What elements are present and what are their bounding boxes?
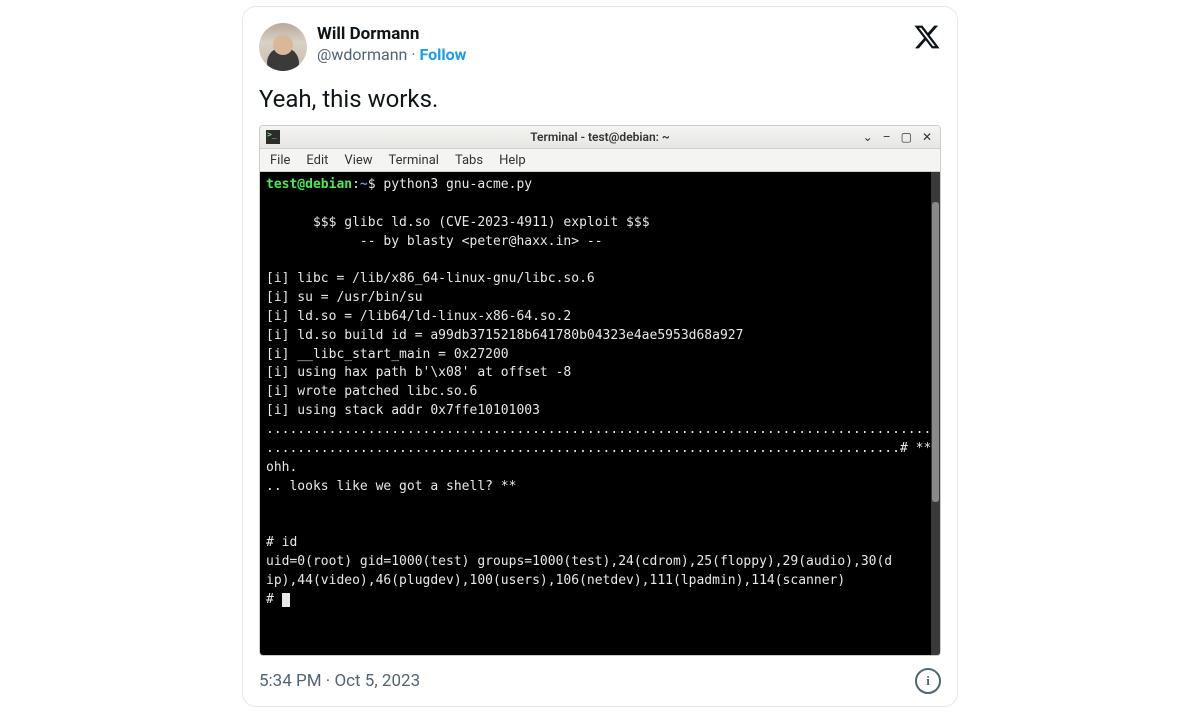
terminal-window: Terminal - test@debian: ~ ⌄ – ▢ ✕ File E… <box>259 125 941 656</box>
info-line: [i] __libc_start_main = 0x27200 <box>266 347 509 362</box>
id-command: # id <box>266 535 297 550</box>
command: python3 gnu-acme.py <box>383 177 532 192</box>
info-icon[interactable]: i <box>915 668 941 694</box>
menu-file[interactable]: File <box>270 153 290 168</box>
tweet-footer: 5:34 PM · Oct 5, 2023 i <box>259 668 941 694</box>
banner-line-2: -- by blasty <peter@haxx.in> -- <box>266 234 603 249</box>
handle-row: @wdormann · Follow <box>317 45 903 66</box>
scrollbar[interactable] <box>931 172 940 655</box>
tweet-text: Yeah, this works. <box>259 85 941 113</box>
window-buttons: ⌄ – ▢ ✕ <box>863 130 940 144</box>
banner-line-1: $$$ glibc ld.so (CVE-2023-4911) exploit … <box>266 215 650 230</box>
prompt-host: test@debian <box>266 177 352 192</box>
tweet-card: Will Dormann @wdormann · Follow Yeah, th… <box>242 6 958 707</box>
avatar[interactable] <box>259 23 307 71</box>
timestamp[interactable]: 5:34 PM · Oct 5, 2023 <box>259 671 420 691</box>
handle[interactable]: @wdormann <box>317 45 407 64</box>
terminal-titlebar: Terminal - test@debian: ~ ⌄ – ▢ ✕ <box>260 126 940 149</box>
id-output: ip),44(video),46(plugdev),100(users),106… <box>266 573 845 588</box>
info-line: [i] ld.so = /lib64/ld-linux-x86-64.so.2 <box>266 309 571 324</box>
info-line: [i] using stack addr 0x7ffe10101003 <box>266 403 540 418</box>
x-logo-icon[interactable] <box>913 23 941 51</box>
author-names: Will Dormann @wdormann · Follow <box>317 23 903 66</box>
info-line: [i] ld.so build id = a99db3715218b641780… <box>266 328 743 343</box>
menu-terminal[interactable]: Terminal <box>389 153 439 168</box>
follow-link[interactable]: Follow <box>420 45 467 64</box>
root-prompt: # <box>266 592 282 607</box>
menu-tabs[interactable]: Tabs <box>455 153 483 168</box>
maximize-icon[interactable]: ▢ <box>901 130 912 144</box>
info-line: [i] su = /usr/bin/su <box>266 290 423 305</box>
close-icon[interactable]: ✕ <box>922 130 932 144</box>
minimize-icon[interactable]: – <box>883 130 891 144</box>
prompt-path: ~ <box>360 177 368 192</box>
menu-down-icon[interactable]: ⌄ <box>863 130 873 144</box>
dots-line: ........................................… <box>266 422 941 437</box>
id-output: uid=0(root) gid=1000(test) groups=1000(t… <box>266 554 892 569</box>
separator: · <box>411 45 419 64</box>
info-line: [i] using hax path b'\x08' at offset -8 <box>266 365 571 380</box>
shell-msg: .. looks like we got a shell? ** <box>266 479 516 494</box>
info-line: [i] wrote patched libc.so.6 <box>266 384 477 399</box>
terminal-menubar: File Edit View Terminal Tabs Help <box>260 149 940 172</box>
info-line: [i] libc = /lib/x86_64-linux-gnu/libc.so… <box>266 271 595 286</box>
menu-edit[interactable]: Edit <box>306 153 328 168</box>
cursor-icon <box>282 593 290 607</box>
dots-line: ........................................… <box>266 441 939 475</box>
tweet-header: Will Dormann @wdormann · Follow <box>259 23 941 71</box>
terminal-body[interactable]: test@debian:~$ python3 gnu-acme.py $$$ g… <box>260 172 940 655</box>
menu-help[interactable]: Help <box>499 153 526 168</box>
terminal-app-icon <box>266 130 280 144</box>
display-name[interactable]: Will Dormann <box>317 23 903 45</box>
menu-view[interactable]: View <box>344 153 372 168</box>
terminal-title: Terminal - test@debian: ~ <box>530 130 670 144</box>
